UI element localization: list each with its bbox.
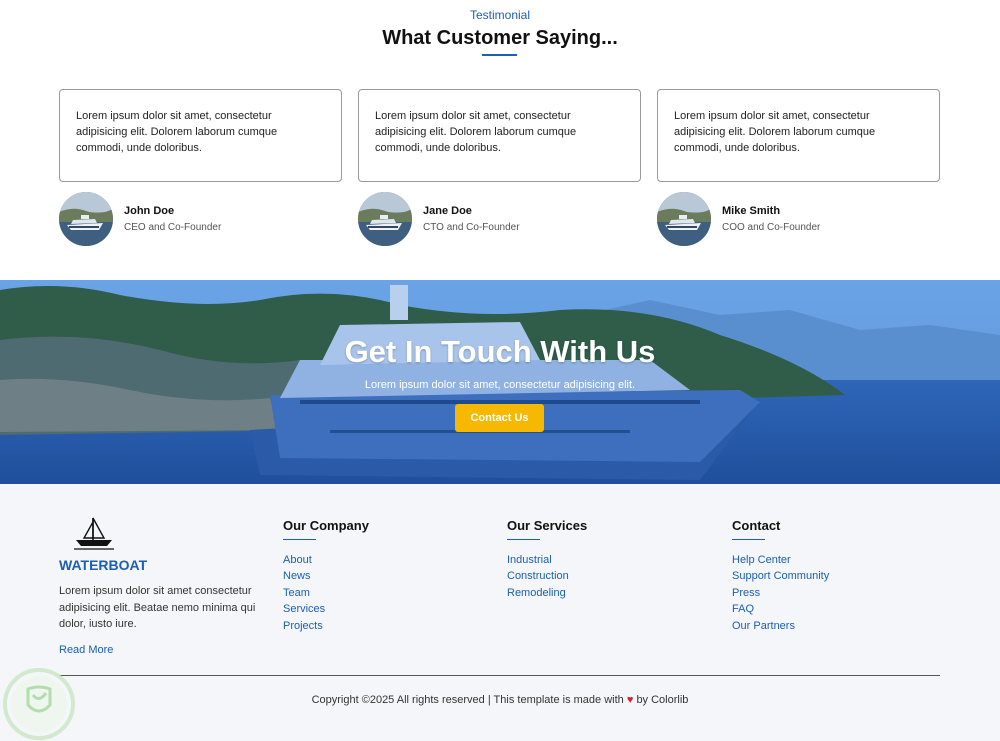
heading-underline (283, 539, 316, 540)
footer-link-about[interactable]: About (283, 552, 369, 568)
footer-description: Lorem ipsum dolor sit amet consectetur a… (59, 585, 256, 630)
title-underline (482, 54, 517, 56)
section-subtitle: Testimonial (469, 8, 531, 22)
testimonial-card: Lorem ipsum dolor sit amet, consectetur … (358, 89, 641, 248)
testimonial-author: Jane Doe CTO and Co-Founder (358, 192, 641, 248)
author-role: CTO and Co-Founder (423, 222, 520, 233)
banner-title: Get In Touch With Us (344, 334, 656, 369)
testimonial-quote: Lorem ipsum dolor sit amet, consectetur … (657, 89, 940, 182)
copyright-suffix: by Colorlib (636, 694, 689, 706)
footer-column-services: Our Services Industrial Construction Rem… (507, 518, 587, 601)
footer-link-construction[interactable]: Construction (507, 568, 587, 584)
author-name: Mike Smith (722, 205, 781, 217)
contact-banner: Get In Touch With Us Lorem ipsum dolor s… (0, 280, 1000, 484)
footer-link-industrial[interactable]: Industrial (507, 552, 587, 568)
author-name: Jane Doe (423, 205, 472, 217)
testimonial-card: Lorem ipsum dolor sit amet, consectetur … (59, 89, 342, 248)
footer-column-company: Our Company About News Team Services Pro… (283, 518, 369, 634)
author-role: COO and Co-Founder (722, 222, 821, 233)
footer-brand: WATERBOAT (59, 557, 148, 573)
testimonial-card: Lorem ipsum dolor sit amet, consectetur … (657, 89, 940, 248)
avatar (657, 192, 711, 246)
author-role: CEO and Co-Founder (124, 222, 222, 233)
heading-underline (732, 539, 765, 540)
footer-link-team[interactable]: Team (283, 585, 369, 601)
footer-column-contact: Contact Help Center Support Community Pr… (732, 518, 829, 634)
banner-subtitle: Lorem ipsum dolor sit amet, consectetur … (364, 379, 636, 391)
author-name: John Doe (124, 205, 175, 217)
testimonial-list: Lorem ipsum dolor sit amet, consectetur … (59, 89, 940, 249)
footer-link-remodeling[interactable]: Remodeling (507, 585, 587, 601)
footer-column-heading: Our Company (283, 518, 369, 533)
heart-icon: ♥ (626, 694, 634, 706)
footer-link-help-center[interactable]: Help Center (732, 552, 829, 568)
footer-link-projects[interactable]: Projects (283, 618, 369, 634)
footer-column-heading: Our Services (507, 518, 588, 533)
testimonial-author: Mike Smith COO and Co-Founder (657, 192, 940, 248)
avatar (59, 192, 113, 246)
testimonial-quote: Lorem ipsum dolor sit amet, consectetur … (358, 89, 641, 182)
footer-link-support-community[interactable]: Support Community (732, 568, 829, 584)
contact-us-button[interactable]: Contact Us (455, 404, 544, 432)
footer-link-faq[interactable]: FAQ (732, 601, 829, 617)
footer-link-our-partners[interactable]: Our Partners (732, 618, 829, 634)
testimonial-quote: Lorem ipsum dolor sit amet, consectetur … (59, 89, 342, 182)
footer-divider (59, 675, 940, 676)
footer-link-news[interactable]: News (283, 568, 369, 584)
testimonial-section: Testimonial What Customer Saying... Lore… (0, 0, 1000, 280)
copyright-text: Copyright ©2025 All rights reserved | Th… (0, 694, 1000, 706)
footer-column-heading: Contact (732, 518, 781, 533)
heading-underline (507, 539, 540, 540)
copyright-prefix: Copyright ©2025 All rights reserved | Th… (311, 694, 624, 706)
footer: WATERBOAT Lorem ipsum dolor sit amet con… (0, 484, 1000, 741)
watermark-logo (2, 667, 76, 741)
footer-link-press[interactable]: Press (732, 585, 829, 601)
avatar (358, 192, 412, 246)
sailboat-logo-icon (72, 516, 116, 552)
read-more-link[interactable]: Read More (59, 644, 113, 656)
section-title: What Customer Saying... (382, 27, 618, 49)
footer-link-services[interactable]: Services (283, 601, 369, 617)
testimonial-author: John Doe CEO and Co-Founder (59, 192, 342, 248)
